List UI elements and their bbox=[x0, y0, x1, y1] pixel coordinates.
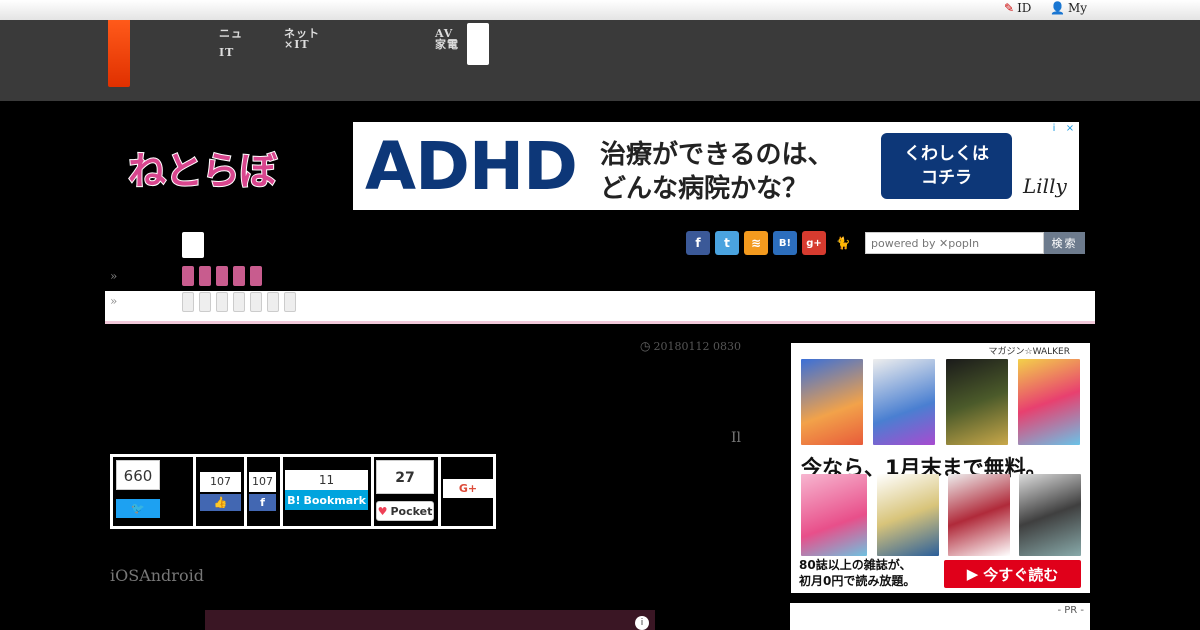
hatena-bookmark-button[interactable]: B! Bookmark bbox=[285, 490, 368, 510]
ad-cta-line1: くわしくは bbox=[904, 144, 989, 164]
magazine-cover bbox=[801, 474, 867, 556]
cat-icon[interactable]: 🐈 bbox=[831, 231, 855, 255]
ad-info-icon[interactable]: i bbox=[1047, 122, 1061, 136]
video-info-icon[interactable]: i bbox=[635, 616, 649, 630]
sub-category-tab[interactable] bbox=[250, 292, 262, 312]
nav-item-news[interactable]: ニュ IT bbox=[219, 26, 243, 60]
facebook-share-button[interactable]: f bbox=[249, 494, 276, 511]
facebook-share-count: 107 bbox=[249, 472, 276, 492]
nav-item-label: ニュ bbox=[219, 27, 243, 40]
sub-category-tab[interactable] bbox=[199, 292, 211, 312]
read-now-button[interactable]: ▶ 今すぐ読む bbox=[944, 560, 1081, 588]
category-tab[interactable] bbox=[250, 266, 262, 286]
article-date-text: 20180112 0830 bbox=[653, 339, 741, 353]
magazine-cover bbox=[1019, 474, 1081, 556]
side-ad-bottom-line1: 80誌以上の雑誌が、 bbox=[799, 558, 912, 572]
nav-item-label: 家電 bbox=[435, 38, 459, 51]
social-icons: f t ≋ B! g+ 🐈 bbox=[686, 231, 855, 255]
play-icon: ▶ bbox=[966, 565, 979, 583]
pocket-label: Pocket bbox=[390, 504, 433, 518]
search-box: 検索 bbox=[865, 232, 1085, 254]
ad-cta-button[interactable]: くわしくは コチラ bbox=[881, 133, 1012, 199]
ad-cta-line2: コチラ bbox=[921, 168, 972, 188]
twitter-share-button[interactable]: 🐦 bbox=[116, 499, 160, 518]
nav-more-button[interactable] bbox=[467, 23, 489, 65]
rss-icon[interactable]: ≋ bbox=[744, 231, 768, 255]
facebook-like-button[interactable]: 👍 bbox=[200, 494, 241, 511]
my-link[interactable]: 👤 My bbox=[1050, 1, 1087, 15]
like-count: 107 bbox=[200, 472, 241, 492]
user-icon: 👤 bbox=[1050, 1, 1065, 15]
googleplus-icon[interactable]: g+ bbox=[802, 231, 826, 255]
page-marker: Il bbox=[731, 430, 742, 446]
ad-line2: どんな病院かな？ bbox=[600, 174, 809, 204]
share-box: 660 🐦 107 👍 107 f 11 B! Bookmark 27 ♥ Po… bbox=[110, 454, 496, 529]
breadcrumb-arrow: » bbox=[110, 269, 118, 283]
facebook-icon[interactable]: f bbox=[686, 231, 710, 255]
ad-brand: Lilly bbox=[1023, 174, 1067, 198]
article-subtext: iOSAndroid bbox=[110, 566, 204, 585]
nav-item-label: IT bbox=[219, 46, 235, 59]
category-tab[interactable] bbox=[199, 266, 211, 286]
sub-category-tab[interactable] bbox=[284, 292, 296, 312]
sub-category-tabs bbox=[182, 292, 296, 312]
sub-category-tab[interactable] bbox=[233, 292, 245, 312]
pocket-button[interactable]: ♥ Pocket bbox=[376, 501, 434, 521]
side-ad[interactable]: マガジン☆WALKER 今なら、1月末まで無料。 80誌以上の雑誌が、 初月0円… bbox=[791, 343, 1090, 593]
top-bar: ✎ ID 👤 My bbox=[0, 0, 1200, 20]
search-input[interactable] bbox=[865, 232, 1044, 254]
search-button[interactable]: 検索 bbox=[1044, 232, 1085, 254]
twitter-icon: 🐦 bbox=[131, 502, 145, 515]
magazine-cover bbox=[948, 474, 1010, 556]
side-ad-bottom: 80誌以上の雑誌が、 初月0円で読み放題。 bbox=[799, 557, 915, 589]
nav-item-net[interactable]: ネット ×IT bbox=[284, 26, 320, 52]
sub-category-tab[interactable] bbox=[182, 292, 194, 312]
site-logo[interactable]: ねとらぼ bbox=[127, 140, 278, 195]
category-tabs bbox=[182, 266, 262, 286]
id-link[interactable]: ✎ ID bbox=[1004, 1, 1031, 15]
pocket-count: 27 bbox=[376, 460, 434, 494]
ad-line1: 治療ができるのは、 bbox=[600, 140, 834, 170]
hatena-icon[interactable]: B! bbox=[773, 231, 797, 255]
pr-label: - PR - bbox=[790, 603, 1090, 630]
pencil-icon: ✎ bbox=[1004, 1, 1015, 15]
side-ad-brand: マガジン☆WALKER bbox=[988, 347, 1071, 357]
hatena-icon: B! bbox=[287, 493, 301, 507]
magazine-cover bbox=[877, 474, 939, 556]
ad-close-icon[interactable]: × bbox=[1063, 122, 1077, 136]
ad-headline: ADHD bbox=[365, 128, 578, 205]
magazine-cover bbox=[946, 359, 1008, 445]
magazine-cover bbox=[801, 359, 863, 445]
article-date: ◷ 20180112 0830 bbox=[640, 339, 741, 353]
nav-item-av[interactable]: AV 家電 bbox=[435, 26, 459, 52]
site-header: ニュ IT ネット ×IT AV 家電 bbox=[0, 20, 1200, 101]
read-now-label: 今すぐ読む bbox=[983, 565, 1059, 584]
twitter-icon[interactable]: t bbox=[715, 231, 739, 255]
ad-banner[interactable]: ADHD 治療ができるのは、 どんな病院かな？ くわしくは コチラ Lilly … bbox=[353, 122, 1079, 210]
id-link-label: ID bbox=[1017, 1, 1032, 15]
pocket-icon: ♥ bbox=[377, 504, 388, 518]
clock-icon: ◷ bbox=[640, 339, 651, 353]
facebook-icon: f bbox=[260, 496, 265, 509]
sub-category-tab[interactable] bbox=[216, 292, 228, 312]
hatena-label: Bookmark bbox=[303, 493, 366, 507]
my-link-label: My bbox=[1067, 1, 1088, 15]
category-tab[interactable] bbox=[182, 266, 194, 286]
magazine-cover bbox=[1018, 359, 1080, 445]
hatena-count: 11 bbox=[285, 470, 368, 490]
category-tab[interactable] bbox=[233, 266, 245, 286]
googleplus-button[interactable]: G+ bbox=[443, 479, 493, 498]
thumbs-up-icon: 👍 bbox=[213, 496, 228, 509]
home-tab[interactable] bbox=[108, 20, 130, 87]
twitter-count: 660 bbox=[116, 460, 160, 490]
side-ad-bottom-line2: 初月0円で読み放題。 bbox=[799, 574, 916, 588]
category-tab[interactable] bbox=[216, 266, 228, 286]
breadcrumb-arrow: » bbox=[110, 294, 118, 308]
magazine-cover bbox=[873, 359, 935, 445]
menu-button[interactable] bbox=[182, 232, 204, 258]
video-embed[interactable]: i bbox=[205, 610, 655, 630]
sub-category-tab[interactable] bbox=[267, 292, 279, 312]
